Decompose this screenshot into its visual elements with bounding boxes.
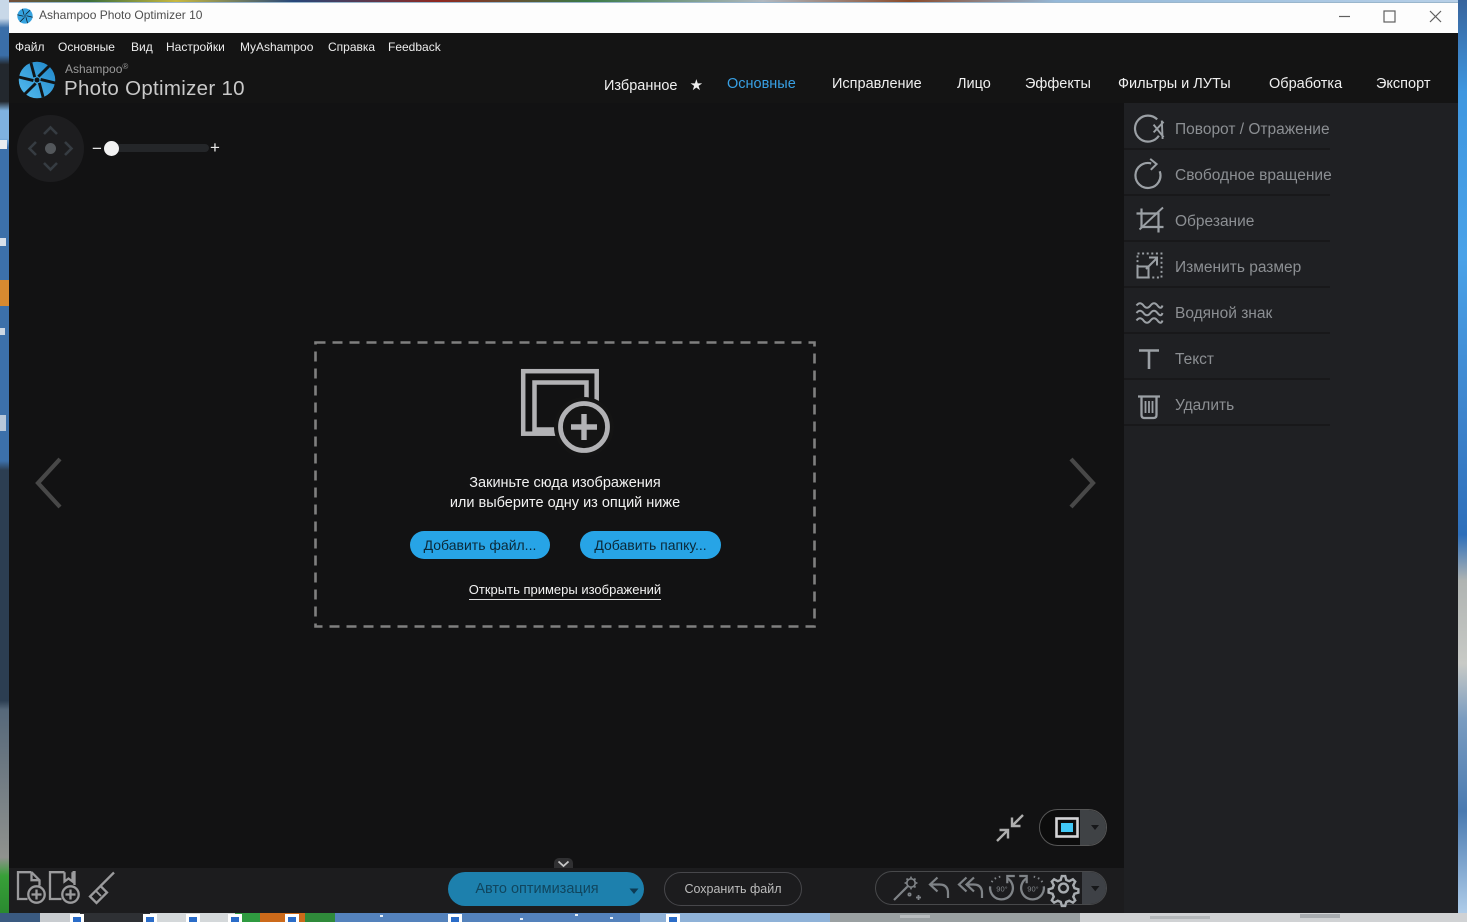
svg-text:90°: 90° [996,885,1007,894]
svg-text:90°: 90° [1027,885,1038,894]
